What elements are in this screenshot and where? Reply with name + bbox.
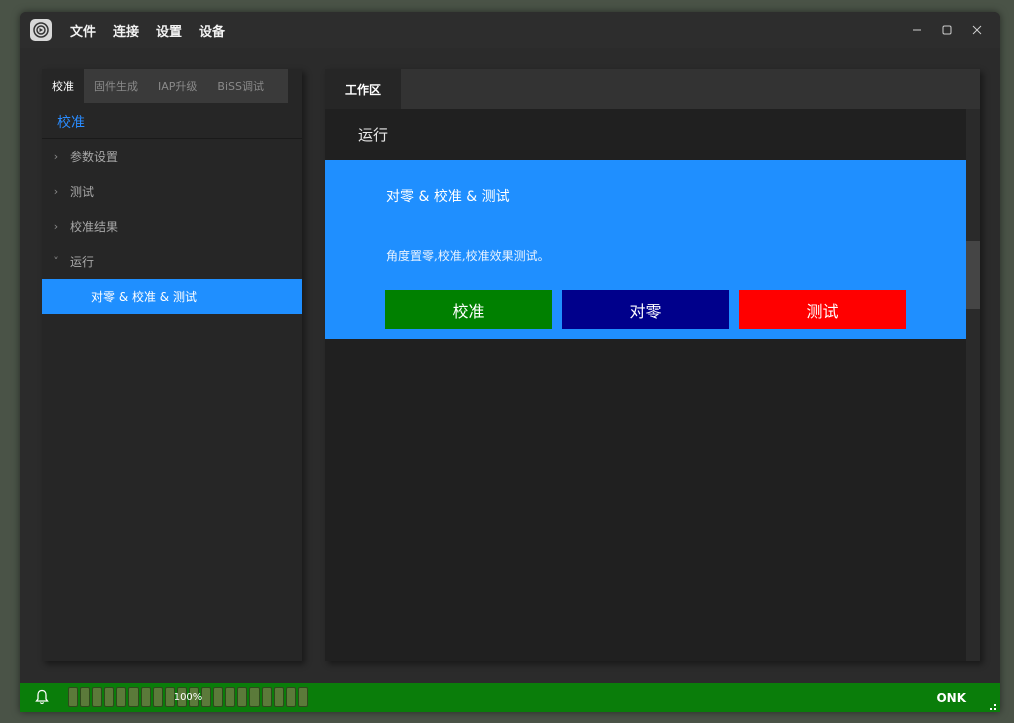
tab-firmware-gen[interactable]: 固件生成 bbox=[84, 69, 148, 103]
action-card: 对零 & 校准 & 测试 角度置零,校准,校准效果测试。 校准 对零 测试 bbox=[325, 160, 966, 339]
menu-settings[interactable]: 设置 bbox=[156, 21, 182, 40]
card-title: 对零 & 校准 & 测试 bbox=[386, 189, 510, 205]
tree-item-label: 对零 & 校准 & 测试 bbox=[91, 290, 197, 304]
menu-file[interactable]: 文件 bbox=[70, 21, 96, 40]
progress-label: 100% bbox=[173, 691, 203, 703]
scrollbar-thumb[interactable] bbox=[966, 241, 980, 309]
tree-item-label: 参数设置 bbox=[70, 150, 119, 164]
status-bar: 100% ONK bbox=[20, 683, 1000, 712]
menu-bar: 文件 连接 设置 设备 bbox=[70, 12, 242, 48]
app-logo-icon bbox=[30, 19, 52, 41]
menu-device[interactable]: 设备 bbox=[199, 21, 225, 40]
tree-item-test[interactable]: › 测试 bbox=[42, 174, 302, 209]
vertical-scrollbar[interactable] bbox=[966, 109, 980, 661]
close-icon bbox=[972, 25, 982, 35]
app-window: 文件 连接 设置 设备 校准 固件生成 IAP升级 BiSS调试 校准 › 参数… bbox=[20, 12, 1000, 712]
chevron-right-icon: › bbox=[53, 150, 59, 163]
tree-item-label: 运行 bbox=[70, 255, 95, 269]
workspace-panel: 工作区 运行 对零 & 校准 & 测试 角度置零,校准,校准效果测试。 校准 对… bbox=[325, 69, 980, 661]
left-panel: 校准 固件生成 IAP升级 BiSS调试 校准 › 参数设置 › 测试 › 校准… bbox=[42, 69, 302, 661]
tree-item-label: 校准结果 bbox=[70, 220, 119, 234]
calibrate-button[interactable]: 校准 bbox=[385, 290, 552, 329]
chevron-right-icon: › bbox=[53, 185, 59, 198]
minimize-icon bbox=[913, 29, 921, 31]
page-title: 运行 bbox=[358, 126, 389, 144]
close-button[interactable] bbox=[962, 12, 992, 48]
workspace-tab-bar: 工作区 bbox=[325, 69, 980, 109]
tree-item-calibration-result[interactable]: › 校准结果 bbox=[42, 209, 302, 244]
chevron-right-icon: › bbox=[53, 220, 59, 233]
minimize-button[interactable] bbox=[902, 12, 932, 48]
status-text: ONK bbox=[936, 690, 966, 705]
tab-calibration[interactable]: 校准 bbox=[42, 69, 84, 103]
card-description: 角度置零,校准,校准效果测试。 bbox=[386, 249, 550, 263]
title-bar: 文件 连接 设置 设备 bbox=[20, 12, 1000, 48]
maximize-button[interactable] bbox=[932, 12, 962, 48]
tree-item-zero-calibrate-test[interactable]: 对零 & 校准 & 测试 bbox=[42, 279, 302, 314]
notification-bell-icon[interactable] bbox=[34, 689, 50, 710]
test-button[interactable]: 测试 bbox=[739, 290, 906, 329]
window-controls bbox=[902, 12, 992, 48]
menu-connect[interactable]: 连接 bbox=[113, 21, 139, 40]
tree-item-params[interactable]: › 参数设置 bbox=[42, 139, 302, 174]
tab-iap-upgrade[interactable]: IAP升级 bbox=[148, 69, 207, 103]
left-tab-bar: 校准 固件生成 IAP升级 BiSS调试 bbox=[42, 69, 288, 103]
zero-button[interactable]: 对零 bbox=[562, 290, 729, 329]
tab-biss-debug[interactable]: BiSS调试 bbox=[207, 69, 274, 103]
tree-item-label: 测试 bbox=[70, 185, 95, 199]
tab-workspace[interactable]: 工作区 bbox=[325, 69, 401, 109]
resize-grip-icon[interactable] bbox=[986, 699, 996, 710]
section-title: 校准 bbox=[57, 115, 85, 131]
tree-item-run[interactable]: ˅ 运行 bbox=[42, 244, 302, 279]
chevron-down-icon: ˅ bbox=[53, 255, 59, 268]
maximize-icon bbox=[942, 25, 952, 35]
